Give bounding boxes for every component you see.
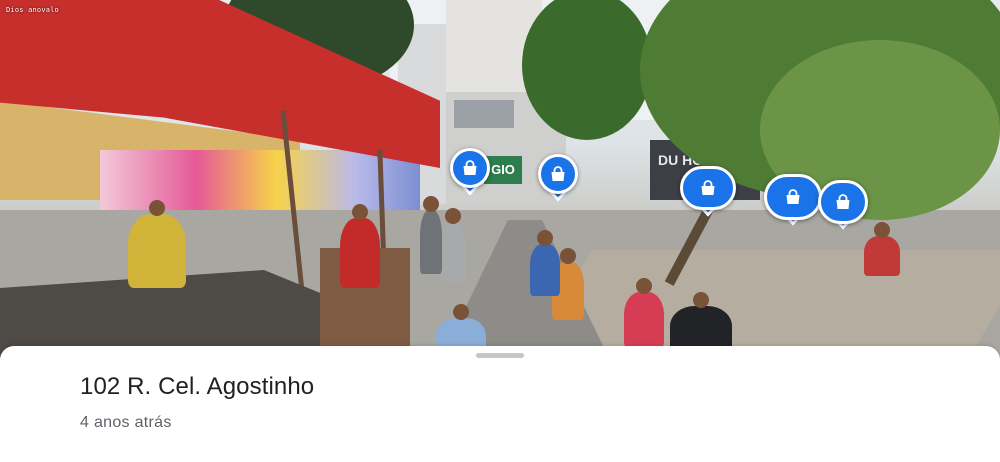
person	[530, 230, 560, 296]
location-info-sheet[interactable]: 102 R. Cel. Agostinho 4 anos atrás	[0, 346, 1000, 462]
person	[340, 204, 380, 288]
shopping-bag-icon	[463, 160, 477, 175]
marker-bubble	[680, 166, 736, 210]
person	[624, 278, 664, 348]
shopping-place-marker[interactable]	[818, 180, 868, 230]
shopping-place-marker[interactable]	[538, 154, 578, 202]
person	[128, 200, 186, 288]
shopping-place-marker[interactable]	[764, 174, 822, 226]
person-head	[874, 222, 890, 238]
street-view-panorama[interactable]: GIO DU HC... Dios anovalo	[0, 0, 1000, 360]
shopping-bag-icon	[551, 166, 565, 181]
person-head	[693, 292, 709, 308]
shopping-bag-icon	[701, 180, 715, 195]
marker-bubble	[818, 180, 868, 224]
shopping-bag-icon	[786, 189, 800, 204]
address-title: 102 R. Cel. Agostinho	[80, 373, 315, 400]
person-head	[445, 208, 461, 224]
window	[454, 100, 514, 128]
person	[420, 196, 442, 274]
marker-bubble	[764, 174, 822, 220]
shopping-place-marker[interactable]	[450, 148, 490, 196]
marker-bubble	[538, 154, 578, 194]
stall-signage	[100, 150, 420, 210]
person-head	[537, 230, 553, 246]
person	[864, 222, 900, 276]
person-head	[636, 278, 652, 294]
shopping-bag-icon	[836, 194, 850, 209]
person-head	[352, 204, 368, 220]
shopping-place-marker[interactable]	[680, 166, 736, 222]
marker-bubble	[450, 148, 490, 188]
sheet-drag-handle[interactable]	[476, 353, 524, 358]
person-head	[560, 248, 576, 264]
image-watermark: Dios anovalo	[6, 6, 59, 14]
person	[440, 208, 466, 282]
person-head	[453, 304, 469, 320]
person-head	[423, 196, 439, 212]
person-head	[149, 200, 165, 216]
capture-date: 4 anos atrás	[80, 414, 172, 431]
